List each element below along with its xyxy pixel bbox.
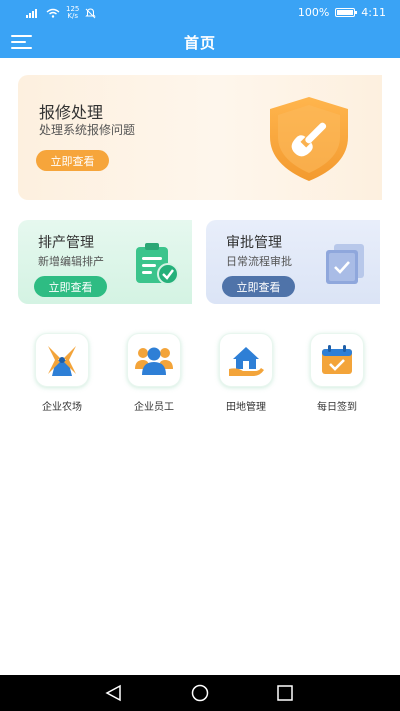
users-icon — [135, 347, 173, 375]
page-title: 首页 — [183, 34, 216, 52]
entry-checkin-label: 每日签到 — [317, 402, 357, 413]
approval-card-title: 审批管理 — [226, 235, 282, 251]
status-right: 100% 4:11 — [298, 6, 386, 19]
document-check-icon — [326, 244, 364, 284]
entry-staff-box — [127, 333, 181, 387]
windmill-icon — [48, 346, 76, 376]
repair-card-subtitle: 处理系统报修问题 — [39, 123, 136, 137]
network-speed: 125 K/s — [66, 6, 79, 20]
entry-checkin-box — [310, 333, 364, 387]
entry-field[interactable]: 田地管理 — [206, 333, 286, 413]
production-card[interactable]: 排产管理 新增编辑排产 立即查看 — [18, 220, 192, 304]
home-icon[interactable] — [190, 683, 210, 703]
clock: 4:11 — [361, 6, 386, 19]
recent-apps-icon[interactable] — [275, 683, 295, 703]
approval-card[interactable]: 审批管理 日常流程审批 立即查看 — [206, 220, 380, 304]
approval-card-subtitle: 日常流程审批 — [226, 255, 292, 268]
repair-card-title: 报修处理 — [39, 103, 104, 122]
entry-staff-label: 企业员工 — [134, 402, 174, 413]
entry-field-box — [219, 333, 273, 387]
repair-card[interactable]: 报修处理 处理系统报修问题 立即查看 — [18, 75, 382, 200]
signal-icon — [26, 9, 37, 18]
status-bar: 125 K/s 100% 4:11 — [0, 0, 400, 26]
nav-bar: 首页 — [0, 26, 400, 58]
entry-staff[interactable]: 企业员工 — [114, 333, 194, 413]
repair-view-button[interactable]: 立即查看 — [36, 150, 109, 171]
approval-view-button[interactable]: 立即查看 — [222, 276, 295, 297]
back-icon[interactable] — [104, 683, 124, 703]
clipboard-check-icon — [136, 243, 179, 285]
production-card-title: 排产管理 — [38, 235, 94, 251]
entry-farm-label: 企业农场 — [42, 402, 82, 413]
network-speed-unit: K/s — [67, 12, 78, 20]
calendar-check-icon — [322, 345, 352, 374]
entry-farm[interactable]: 企业农场 — [22, 333, 102, 413]
bell-muted-icon — [85, 7, 97, 18]
quick-entries: 企业农场 企业员工 田地管理 每日签到 — [0, 333, 400, 413]
house-hand-icon — [229, 347, 264, 376]
production-view-button[interactable]: 立即查看 — [34, 276, 107, 297]
system-nav-bar — [0, 675, 400, 711]
entry-field-label: 田地管理 — [226, 402, 266, 413]
app-header: 125 K/s 100% 4:11 首页 — [0, 0, 400, 58]
production-card-subtitle: 新增编辑排产 — [38, 255, 104, 268]
battery-icon — [335, 8, 358, 17]
status-left: 125 K/s — [26, 6, 97, 20]
wifi-icon — [46, 8, 60, 18]
battery-percent: 100% — [297, 6, 330, 19]
entry-checkin[interactable]: 每日签到 — [297, 333, 377, 413]
entry-farm-box — [35, 333, 89, 387]
shield-wrench-icon — [270, 97, 348, 181]
